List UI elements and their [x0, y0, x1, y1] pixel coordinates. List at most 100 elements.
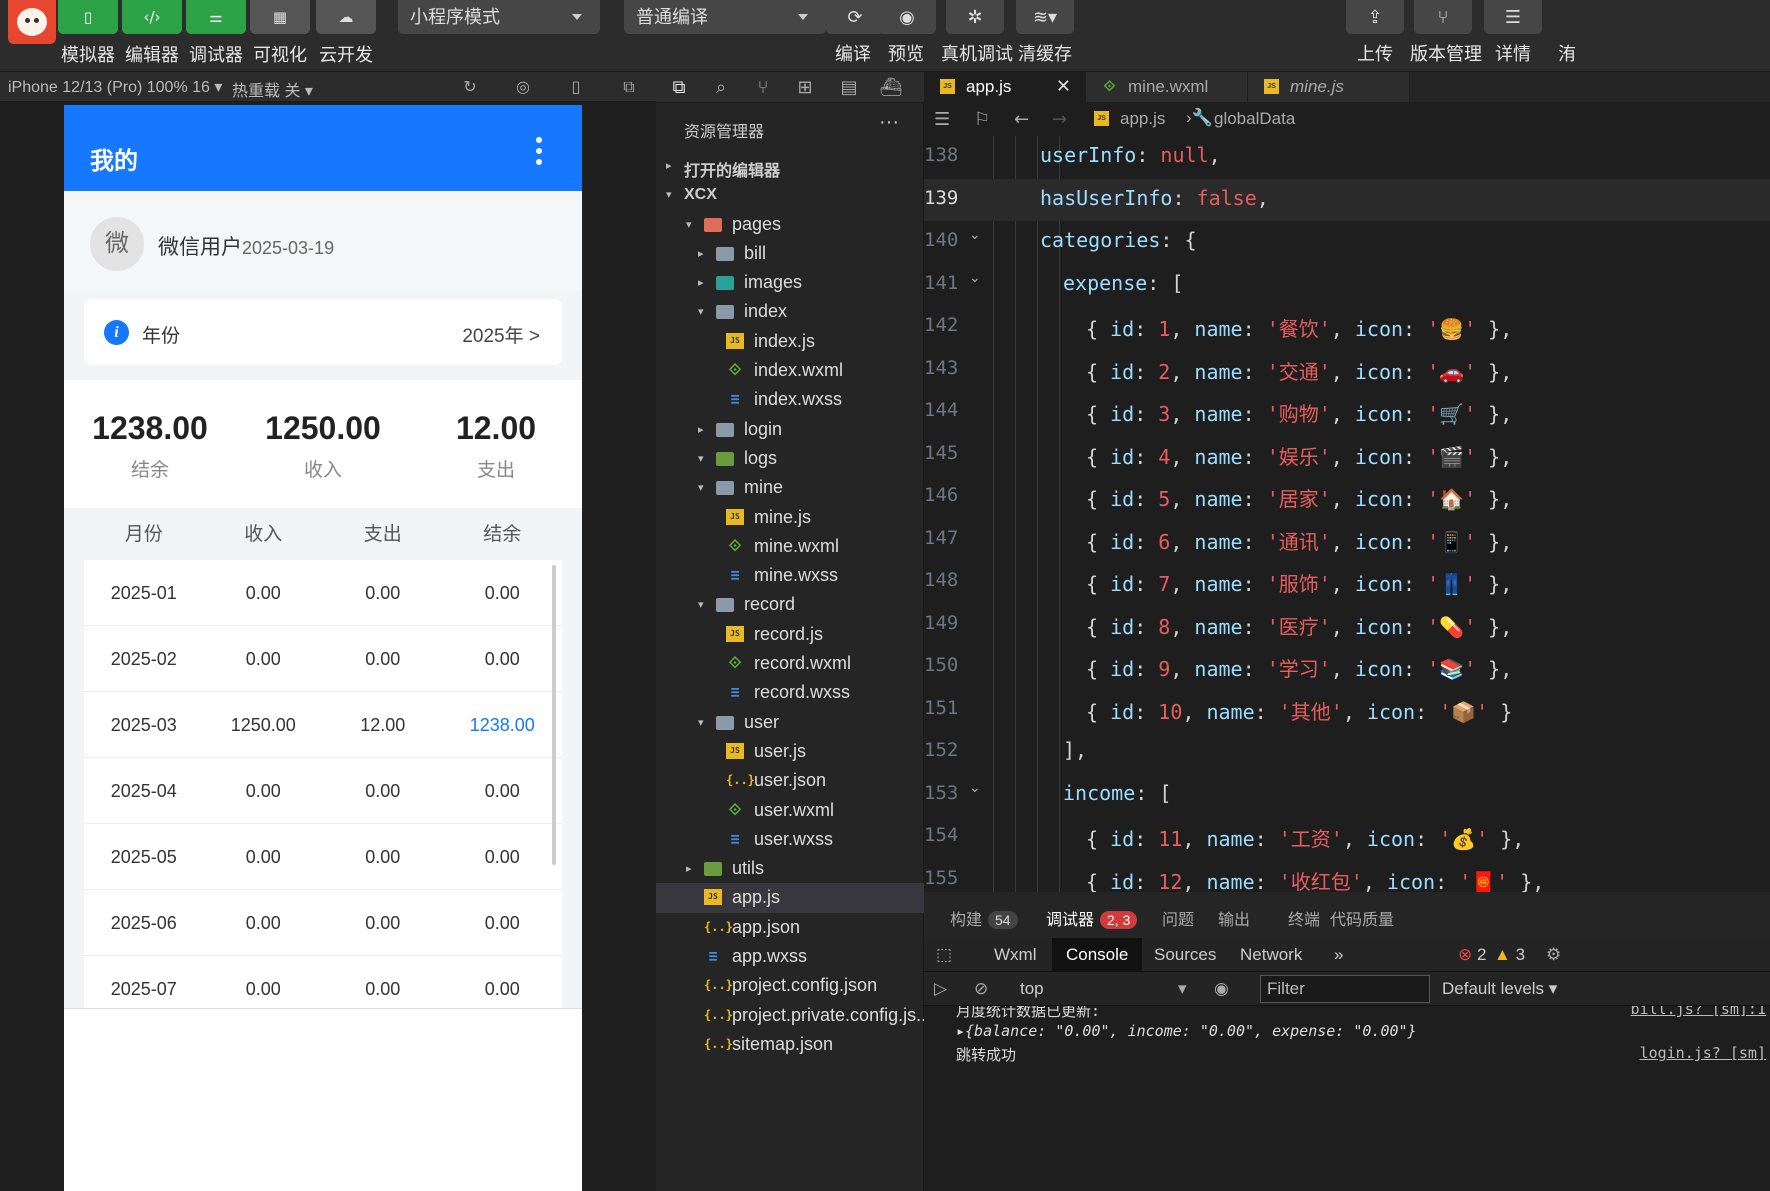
panel-tab[interactable]: 代码质量 — [1330, 906, 1394, 930]
table-row[interactable]: 2025-02 0.00 0.00 0.00 — [84, 626, 562, 692]
tree-file[interactable]: {..} project.private.config.js... — [656, 1001, 931, 1030]
table-row[interactable]: 2025-05 0.00 0.00 0.00 — [84, 824, 562, 890]
code-line[interactable]: 141 ⌄ expense: [ — [924, 264, 1770, 307]
sidebar-toggle-icon[interactable]: ▷ — [934, 979, 947, 999]
tree-folder[interactable]: ▾ pages — [656, 210, 924, 239]
filter-input[interactable]: Filter — [1260, 975, 1430, 1003]
code-line[interactable]: 147 { id: 6, name: '通讯', icon: '📱' }, — [924, 519, 1770, 562]
simulator-button[interactable]: ▯ 模拟器 — [56, 0, 120, 72]
back-icon[interactable]: ← — [1014, 109, 1029, 130]
code-line[interactable]: 155 { id: 12, name: '收红包', icon: '🧧' }, — [924, 859, 1770, 893]
code-line[interactable]: 139 hasUserInfo: false, — [924, 178, 1770, 221]
tree-folder[interactable]: ▸ images — [656, 268, 924, 297]
tree-folder[interactable]: ▾ user — [656, 708, 924, 737]
breadcrumb-symbol[interactable]: globalData — [1214, 109, 1295, 129]
real-device-debug-button[interactable]: ✲ — [946, 0, 1004, 34]
panel-tab[interactable]: 输出 — [1218, 906, 1250, 930]
year-selector[interactable]: i 年份 2025年 > — [84, 299, 562, 365]
code-line[interactable]: 145 { id: 4, name: '娱乐', icon: '🎬' }, — [924, 434, 1770, 477]
table-scrollbar[interactable] — [552, 565, 556, 865]
tree-file[interactable]: ≡ user.wxss — [656, 825, 924, 854]
tree-folder[interactable]: ▾ logs — [656, 444, 924, 473]
explorer-section[interactable]: ▸ 打开的编辑器 — [656, 151, 924, 180]
devtools-tab[interactable]: Console — [1052, 938, 1143, 972]
bookmark-icon[interactable]: ⚐ — [974, 109, 990, 130]
code-line[interactable]: 143 { id: 2, name: '交通', icon: '🚗' }, — [924, 349, 1770, 392]
compile-mode-select[interactable]: 普通编译 — [624, 0, 826, 34]
code-line[interactable]: 151 { id: 10, name: '其他', icon: '📦' } — [924, 689, 1770, 732]
code-line[interactable]: 140 ⌄ categories: { — [924, 221, 1770, 264]
more-icon[interactable]: ··· — [879, 111, 899, 134]
code-line[interactable]: 154 { id: 11, name: '工资', icon: '💰' }, — [924, 816, 1770, 859]
inspect-icon[interactable]: ⬚ — [936, 945, 952, 965]
tree-folder[interactable]: ▸ login — [656, 415, 924, 444]
tree-folder[interactable]: ▾ mine — [656, 473, 924, 502]
table-row[interactable]: 2025-03 1250.00 12.00 1238.00 — [84, 692, 562, 758]
hot-reload-select[interactable]: 热重载 关 ▾ — [232, 77, 313, 101]
devtools-tab[interactable]: Sources — [1140, 938, 1230, 972]
tree-file[interactable]: ≡ record.wxss — [656, 678, 924, 707]
table-row[interactable]: 2025-04 0.00 0.00 0.00 — [84, 758, 562, 824]
files-icon[interactable]: ⧉ — [666, 75, 692, 101]
code-editor[interactable]: 138 userInfo: null, 139 hasUserInfo: false,… — [924, 136, 1770, 892]
editor-tab[interactable]: ⟐ mine.wxml — [1086, 72, 1248, 102]
fold-icon[interactable]: ⌄ — [969, 270, 981, 286]
code-line[interactable]: 149 { id: 8, name: '医疗', icon: '💊' }, — [924, 604, 1770, 647]
debugger-button[interactable]: ⚌ 调试器 — [184, 0, 248, 72]
tree-file[interactable]: ⟐ user.wxml — [656, 796, 924, 825]
console-message[interactable]: 跳转成功 — [956, 1044, 1016, 1065]
tree-file[interactable]: JS mine.js — [656, 503, 924, 532]
close-icon[interactable]: ✕ — [1056, 76, 1071, 97]
tree-file[interactable]: JS app.js — [656, 883, 924, 913]
more-vertical-icon[interactable] — [536, 137, 542, 170]
details-button[interactable]: ☰ — [1484, 0, 1542, 34]
devtools-tab[interactable]: Network — [1226, 938, 1316, 972]
table-row[interactable]: 2025-01 0.00 0.00 0.00 — [84, 560, 562, 626]
code-line[interactable]: 150 { id: 9, name: '学习', icon: '📚' }, — [924, 646, 1770, 689]
tree-file[interactable]: {..} project.config.json — [656, 971, 924, 1000]
panel-tab[interactable]: 构建 54 — [950, 906, 1018, 930]
popout-icon[interactable]: ⧉ — [619, 77, 639, 97]
error-count[interactable]: ⊗ 2 — [1458, 945, 1486, 965]
code-line[interactable]: 144 { id: 3, name: '购物', icon: '🛒' }, — [924, 391, 1770, 434]
editor-tab[interactable]: JS mine.js — [1248, 72, 1410, 102]
breadcrumb-file[interactable]: app.js — [1120, 109, 1165, 129]
overflow-label[interactable]: 洧 — [1558, 40, 1576, 66]
eye-icon[interactable]: ◉ — [1214, 979, 1229, 999]
tree-folder[interactable]: ▸ bill — [656, 239, 924, 268]
extensions-icon[interactable]: ⊞ — [792, 75, 818, 101]
list-icon[interactable]: ☰ — [934, 109, 950, 130]
settings-icon[interactable]: ⚙ — [1546, 945, 1561, 965]
tree-file[interactable]: ⟐ record.wxml — [656, 649, 924, 678]
code-line[interactable]: 148 { id: 7, name: '服饰', icon: '👖' }, — [924, 561, 1770, 604]
tree-file[interactable]: {..} user.json — [656, 766, 924, 795]
warning-count[interactable]: ▲ 3 — [1494, 945, 1525, 965]
cloud-dev-button[interactable]: ☁ 云开发 — [314, 0, 378, 72]
mode-select[interactable]: 小程序模式 — [398, 0, 600, 34]
phone-frame-icon[interactable]: ▯ — [566, 77, 586, 97]
tree-file[interactable]: JS record.js — [656, 620, 924, 649]
device-select[interactable]: iPhone 12/13 (Pro) 100% 16 ▾ — [8, 77, 222, 97]
storage-icon[interactable]: ▤ — [836, 75, 862, 101]
compile-button[interactable]: ⟳ — [826, 0, 884, 34]
source-control-icon[interactable]: ⑂ — [750, 75, 776, 101]
tree-file[interactable]: ≡ index.wxss — [656, 385, 924, 414]
panel-tab[interactable]: 问题 — [1162, 906, 1194, 930]
forward-icon[interactable]: → — [1052, 109, 1067, 130]
tree-file[interactable]: ≡ mine.wxss — [656, 561, 924, 590]
code-line[interactable]: 142 { id: 1, name: '餐饮', icon: '🍔' }, — [924, 306, 1770, 349]
upload-button[interactable]: ⇪ — [1346, 0, 1404, 34]
console-source-link[interactable]: bill.js? [sm]:1 — [1631, 1006, 1766, 1018]
tree-folder[interactable]: ▾ record — [656, 590, 924, 619]
tree-file[interactable]: ⟐ mine.wxml — [656, 532, 924, 561]
code-line[interactable]: 146 { id: 5, name: '居家', icon: '🏠' }, — [924, 476, 1770, 519]
preview-button[interactable]: ◉ — [878, 0, 936, 34]
stop-icon[interactable]: ◎ — [513, 77, 533, 97]
panel-tab[interactable]: 调试器 2, 3 — [1046, 906, 1138, 930]
console-source-link[interactable]: login.js? [sm] — [1640, 1044, 1766, 1062]
version-control-button[interactable]: ⑂ — [1414, 0, 1472, 34]
editor-button[interactable]: ‹/› 编辑器 — [120, 0, 184, 72]
code-line[interactable]: 138 userInfo: null, — [924, 136, 1770, 179]
panel-tab[interactable]: 终端 — [1288, 906, 1320, 930]
fold-icon[interactable]: ⌄ — [969, 227, 981, 243]
